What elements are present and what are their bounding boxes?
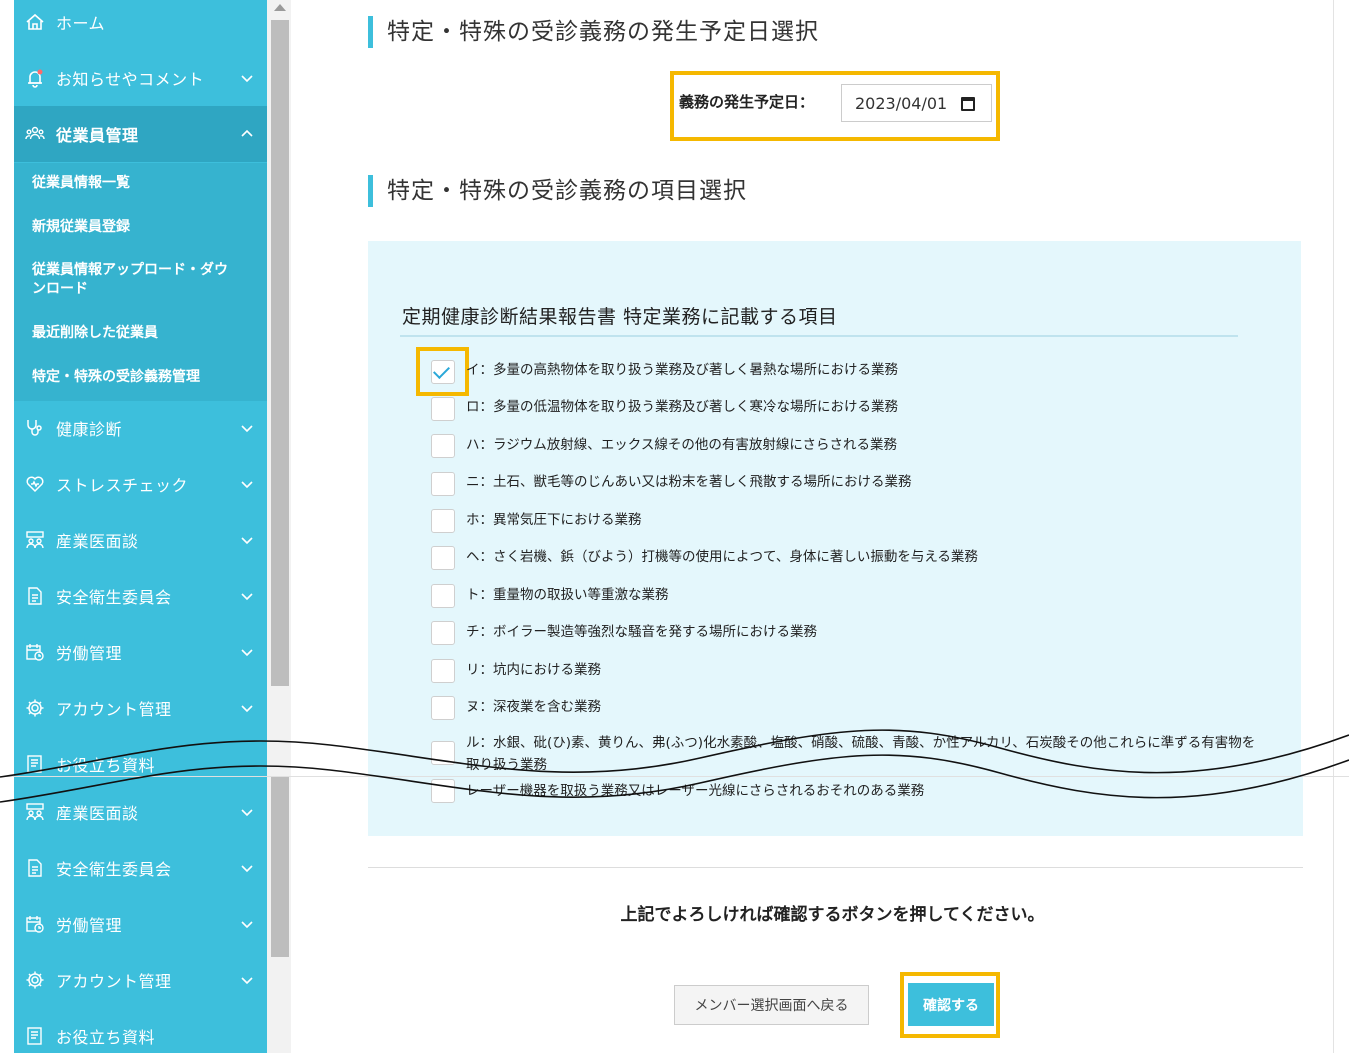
chevron-down-icon (241, 977, 253, 985)
chevron-up-icon (241, 129, 253, 137)
sidebar-item-notifications[interactable]: お知らせやコメント (14, 50, 267, 106)
sidebar: ホーム お知らせやコメント 従業員管理 従業員情報一覧 新規従業員登録 従業員情… (14, 0, 267, 776)
submenu-recently-deleted[interactable]: 最近削除した従業員 (32, 324, 158, 343)
book-icon (24, 1025, 46, 1047)
sidebar-item-account-management[interactable]: アカウント管理 (14, 952, 267, 1008)
item-label: リ：坑内における業務 (466, 662, 601, 678)
sidebar-item-label: 労働管理 (56, 644, 123, 663)
item-label: ヌ：深夜業を含む業務 (466, 699, 601, 715)
chevron-down-icon (241, 593, 253, 601)
checkbox-item-nu[interactable] (431, 696, 455, 720)
sidebar-item-label: 産業医面談 (56, 532, 139, 551)
sidebar-item-employee-management[interactable]: 従業員管理 (14, 106, 267, 162)
date-label: 義務の発生予定日： (679, 93, 815, 111)
chevron-down-icon (241, 481, 253, 489)
document-icon (24, 585, 46, 607)
scroll-up-arrow-icon[interactable] (274, 4, 286, 11)
sidebar-item-label: アカウント管理 (56, 972, 172, 991)
people-icon (24, 123, 46, 145)
section-title-items: 特定・特殊の受診義務の項目選択 (368, 175, 747, 207)
item-label: ト：重量物の取扱い等重激な業務 (466, 587, 669, 603)
chevron-down-icon (241, 649, 253, 657)
checkbox-item-ro[interactable] (431, 397, 455, 421)
checkbox-item-ni[interactable] (431, 472, 455, 496)
sidebar-scrollbar-thumb[interactable] (271, 20, 289, 686)
content-border (1333, 0, 1334, 1053)
document-icon (24, 857, 46, 879)
submenu-employee-upload-download[interactable]: 従業員情報アップロード・ダウンロード (32, 261, 232, 299)
meeting-icon (24, 529, 46, 551)
page-break-wave (0, 729, 1349, 803)
sidebar-item-safety-committee[interactable]: 安全衛生委員会 (14, 840, 267, 896)
confirm-message: 上記でよろしければ確認するボタンを押してください。 (620, 905, 1045, 925)
sidebar-item-label: お役立ち資料 (56, 1028, 156, 1047)
sidebar-item-label: 安全衛生委員会 (56, 588, 172, 607)
chevron-down-icon (241, 75, 253, 83)
back-to-member-select-button[interactable]: メンバー選択画面へ戻る (674, 985, 869, 1025)
heart-icon (24, 473, 46, 495)
sidebar-item-label: 健康診断 (56, 420, 123, 439)
sidebar-item-safety-committee[interactable]: 安全衛生委員会 (14, 568, 267, 624)
bell-icon (24, 67, 46, 89)
item-label: ヘ：さく岩機、鋲（びよう）打機等の使用によつて、身体に著しい振動を与える業務 (466, 549, 978, 565)
checkbox-item-to[interactable] (431, 584, 455, 608)
chevron-down-icon (241, 865, 253, 873)
item-label: チ：ボイラー製造等強烈な騒音を発する場所における業務 (466, 624, 817, 640)
panel-title: 定期健康診断結果報告書 特定業務に記載する項目 (402, 306, 838, 328)
checkbox-item-chi[interactable] (431, 621, 455, 645)
sidebar-item-label: アカウント管理 (56, 700, 172, 719)
sidebar-item-industrial-physician[interactable]: 産業医面談 (14, 512, 267, 568)
checkbox-item-ho[interactable] (431, 509, 455, 533)
sidebar-item-label: ストレスチェック (56, 476, 189, 495)
submenu-special-checkup-management[interactable]: 特定・特殊の受診義務管理 (32, 368, 200, 387)
date-input[interactable]: 2023/04/01 (841, 84, 992, 122)
section-title-date: 特定・特殊の受診義務の発生予定日選択 (368, 16, 819, 48)
checkbox-item-ha[interactable] (431, 434, 455, 458)
sidebar-item-labor-management[interactable]: 労働管理 (14, 624, 267, 680)
home-icon (24, 11, 46, 33)
checkbox-item-ri[interactable] (431, 659, 455, 683)
stethoscope-icon (24, 417, 46, 439)
chevron-down-icon (241, 537, 253, 545)
checkbox-item-i[interactable] (431, 360, 455, 384)
item-label: イ：多量の高熱物体を取り扱う業務及び著しく暑熱な場所における業務 (466, 362, 898, 378)
sidebar-item-resources[interactable]: お役立ち資料 (14, 1008, 267, 1053)
checkbox-item-he[interactable] (431, 546, 455, 570)
gear-icon (24, 969, 46, 991)
gear-icon (24, 697, 46, 719)
panel-divider (400, 335, 1238, 337)
sidebar-item-label: 従業員管理 (56, 126, 139, 145)
chevron-down-icon (241, 705, 253, 713)
date-value: 2023/04/01 (855, 93, 948, 113)
sidebar-item-home[interactable]: ホーム (14, 0, 267, 50)
sidebar-item-health-checkup[interactable]: 健康診断 (14, 400, 267, 456)
sidebar-item-label: お知らせやコメント (56, 70, 205, 89)
calendar-icon[interactable] (961, 97, 975, 111)
chevron-down-icon (241, 425, 253, 433)
sidebar-item-stress-check[interactable]: ストレスチェック (14, 456, 267, 512)
submenu-new-employee[interactable]: 新規従業員登録 (32, 218, 130, 237)
item-label: ロ：多量の低温物体を取り扱う業務及び著しく寒冷な場所における業務 (466, 399, 898, 415)
sidebar-item-label: ホーム (56, 14, 106, 33)
content-divider (368, 867, 1303, 868)
confirm-button[interactable]: 確認する (908, 983, 994, 1026)
item-label: ハ：ラジウム放射線、エックス線その他の有害放射線にさらされる業務 (466, 437, 898, 453)
item-label: ニ：土石、獣毛等のじんあい又は粉末を著しく飛散する場所における業務 (466, 474, 912, 490)
sidebar-item-label: 安全衛生委員会 (56, 860, 172, 879)
item-label: ホ：異常気圧下における業務 (466, 512, 642, 528)
submenu-employee-list[interactable]: 従業員情報一覧 (32, 174, 130, 193)
calendar-clock-icon (24, 641, 46, 663)
employee-submenu: 従業員情報一覧 新規従業員登録 従業員情報アップロード・ダウンロード 最近削除し… (14, 163, 267, 401)
